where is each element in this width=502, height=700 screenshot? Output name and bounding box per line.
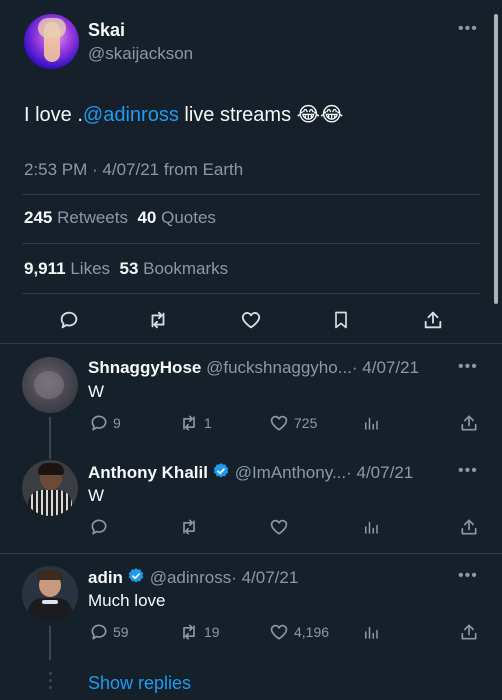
reply-text: W bbox=[88, 382, 105, 401]
thread-line bbox=[49, 417, 51, 459]
quotes-label[interactable]: Quotes bbox=[161, 208, 216, 227]
reply-handle[interactable]: @ImAnthony... bbox=[235, 463, 346, 482]
tweet-text-suffix: live streams 😂😂 bbox=[178, 104, 344, 126]
tweet-timestamp[interactable]: 2:53 PM · 4/07/21 from Earth bbox=[24, 160, 243, 180]
likes-count[interactable]: 9,911 bbox=[24, 259, 66, 278]
quotes-count[interactable]: 40 bbox=[137, 208, 156, 227]
thread-dots-icon bbox=[46, 672, 54, 692]
reply-header: adin @adinross· 4/07/21 bbox=[88, 567, 298, 588]
bookmarks-count[interactable]: 53 bbox=[119, 259, 138, 278]
retweet-count[interactable]: 19 bbox=[204, 624, 220, 640]
like-count[interactable]: 4,196 bbox=[294, 624, 329, 640]
divider bbox=[22, 194, 480, 195]
retweet-quote-stats: 245 Retweets 40 Quotes bbox=[24, 208, 216, 228]
more-options-icon[interactable]: ••• bbox=[458, 567, 478, 585]
reply-icon[interactable] bbox=[88, 412, 110, 434]
more-options-icon[interactable]: ••• bbox=[458, 20, 478, 38]
reply-text: Much love bbox=[88, 591, 166, 610]
retweet-icon[interactable] bbox=[177, 412, 201, 434]
analytics-icon[interactable] bbox=[360, 412, 382, 434]
verified-badge-icon bbox=[213, 463, 229, 478]
retweet-icon[interactable] bbox=[144, 307, 172, 333]
retweet-count[interactable]: 1 bbox=[204, 415, 212, 431]
reply-display-name[interactable]: adin bbox=[88, 568, 123, 587]
tweet-text-prefix: I love . bbox=[24, 104, 83, 126]
retweet-icon[interactable] bbox=[177, 516, 201, 538]
reply-handle[interactable]: @fuckshnaggyho... bbox=[206, 358, 352, 377]
avatar-skai[interactable] bbox=[24, 14, 79, 69]
reply-icon[interactable] bbox=[88, 621, 110, 643]
bookmark-icon[interactable] bbox=[329, 307, 353, 333]
like-count[interactable]: 725 bbox=[294, 415, 317, 431]
display-name[interactable]: Skai bbox=[88, 20, 125, 41]
divider bbox=[22, 243, 480, 244]
reply-text: W bbox=[88, 486, 105, 505]
reply-date[interactable]: · 4/07/21 bbox=[352, 358, 419, 377]
share-icon[interactable] bbox=[420, 307, 446, 333]
like-icon[interactable] bbox=[268, 412, 290, 434]
avatar-anthony-khalil[interactable] bbox=[22, 460, 78, 516]
retweet-icon[interactable] bbox=[177, 621, 201, 643]
like-bookmark-stats: 9,911 Likes 53 Bookmarks bbox=[24, 259, 228, 279]
more-options-icon[interactable]: ••• bbox=[458, 358, 478, 376]
reply-handle[interactable]: @adinross bbox=[150, 568, 232, 587]
show-replies-link[interactable]: Show replies bbox=[88, 673, 191, 694]
reply-display-name[interactable]: ShnaggyHose bbox=[88, 358, 201, 377]
reply-date[interactable]: · 4/07/21 bbox=[346, 463, 413, 482]
analytics-icon[interactable] bbox=[360, 621, 382, 643]
avatar-shnaggyhose[interactable] bbox=[22, 357, 78, 413]
avatar-adin[interactable] bbox=[22, 566, 78, 622]
bookmarks-label[interactable]: Bookmarks bbox=[143, 259, 228, 278]
reply-display-name[interactable]: Anthony Khalil bbox=[88, 463, 208, 482]
divider bbox=[0, 343, 502, 344]
analytics-icon[interactable] bbox=[360, 516, 382, 538]
likes-label[interactable]: Likes bbox=[70, 259, 110, 278]
verified-badge-icon bbox=[128, 568, 144, 583]
reply-header: ShnaggyHose @fuckshnaggyho...· 4/07/21 bbox=[88, 358, 419, 378]
like-icon[interactable] bbox=[268, 516, 290, 538]
handle[interactable]: @skaijackson bbox=[88, 44, 193, 64]
divider bbox=[22, 293, 480, 294]
retweets-count[interactable]: 245 bbox=[24, 208, 52, 227]
share-icon[interactable] bbox=[458, 516, 480, 538]
scrollbar[interactable] bbox=[494, 14, 498, 304]
reply-icon[interactable] bbox=[88, 516, 110, 538]
thread-line bbox=[49, 626, 51, 660]
tweet-text: I love .@adinross live streams 😂😂 bbox=[24, 102, 343, 127]
reply-count[interactable]: 9 bbox=[113, 415, 121, 431]
mention-link[interactable]: @adinross bbox=[83, 104, 179, 126]
reply-icon[interactable] bbox=[56, 307, 82, 333]
divider bbox=[0, 553, 502, 554]
reply-header: Anthony Khalil @ImAnthony...· 4/07/21 bbox=[88, 462, 413, 483]
retweets-label[interactable]: Retweets bbox=[57, 208, 128, 227]
share-icon[interactable] bbox=[458, 621, 480, 643]
like-icon[interactable] bbox=[268, 621, 290, 643]
more-options-icon[interactable]: ••• bbox=[458, 462, 478, 480]
reply-date[interactable]: · 4/07/21 bbox=[231, 568, 298, 587]
like-icon[interactable] bbox=[238, 307, 264, 333]
reply-count[interactable]: 59 bbox=[113, 624, 129, 640]
share-icon[interactable] bbox=[458, 412, 480, 434]
